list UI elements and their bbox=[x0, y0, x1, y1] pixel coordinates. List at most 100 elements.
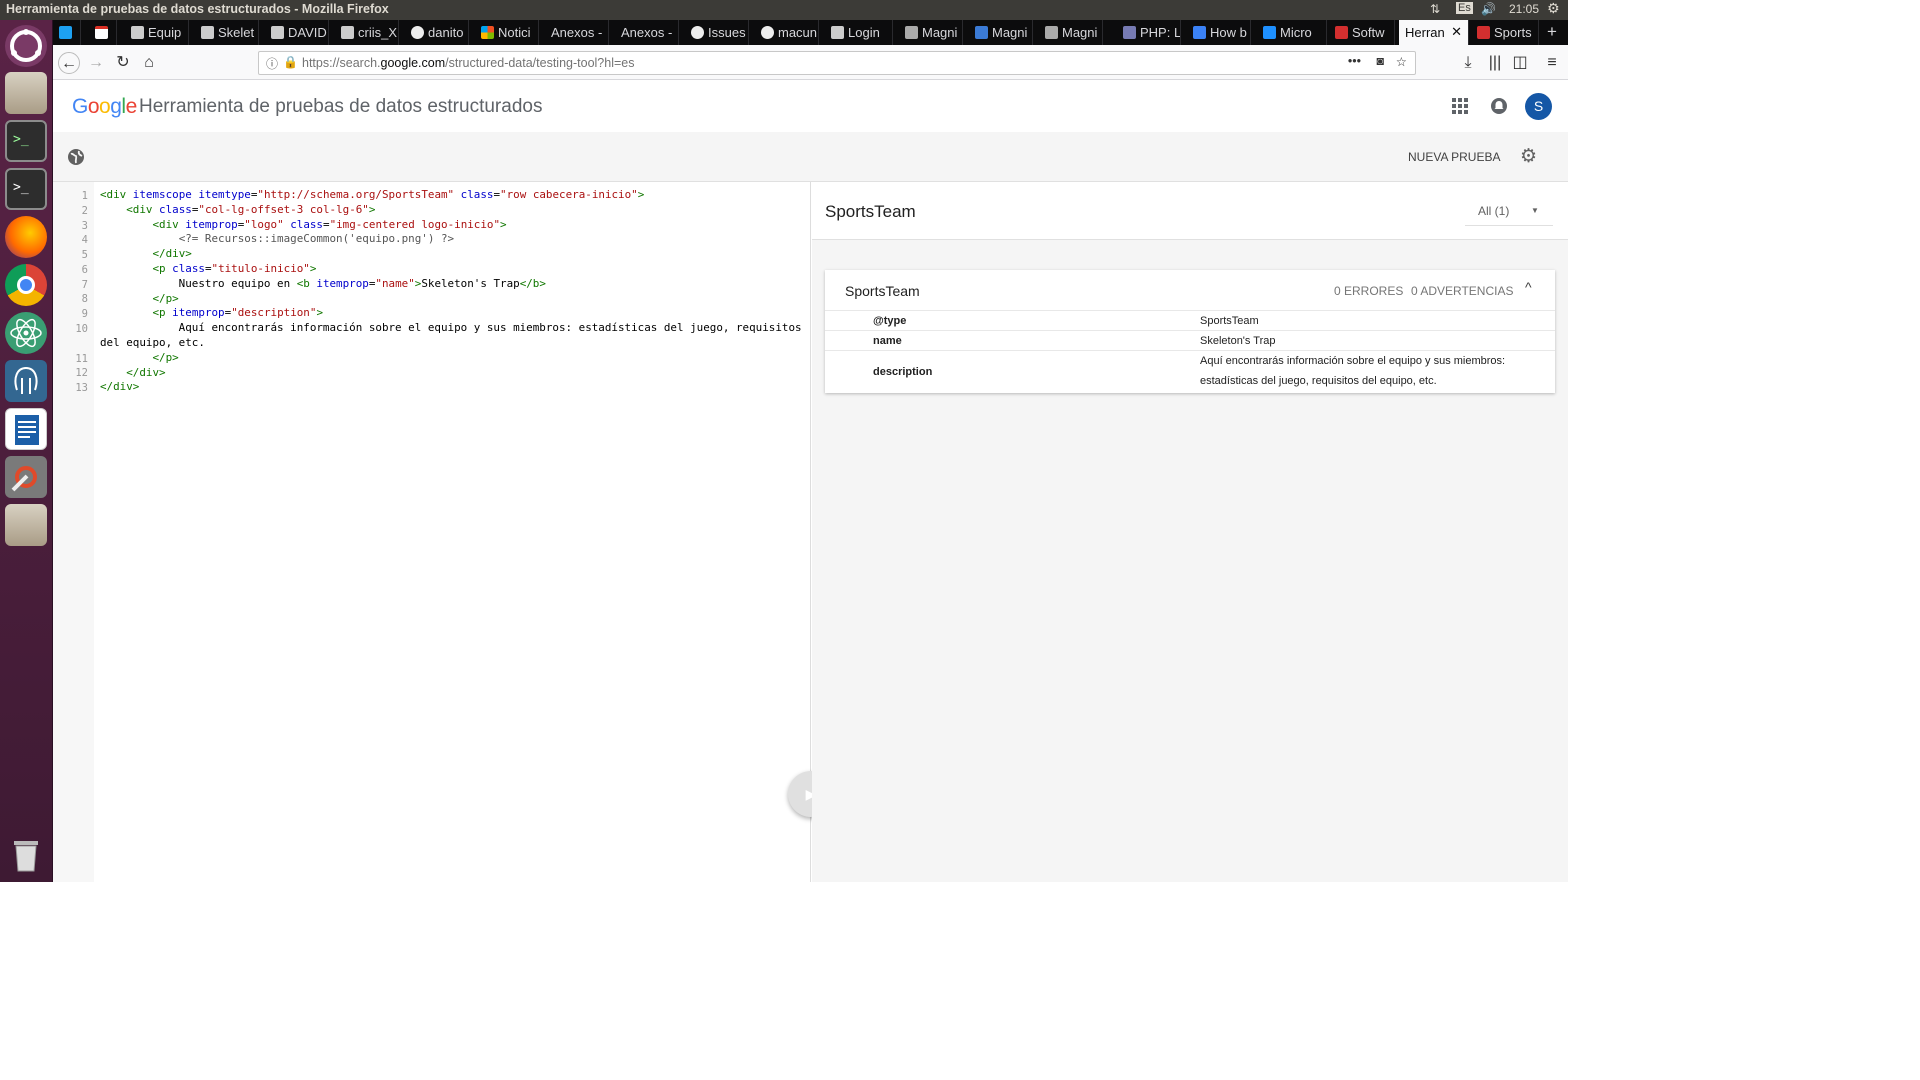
property-row: @type SportsTeam bbox=[825, 310, 1555, 330]
filter-dropdown[interactable]: All (1) ▼ bbox=[1465, 194, 1553, 226]
pocket-icon[interactable]: ◙ bbox=[1376, 54, 1384, 68]
new-tab-button[interactable]: + bbox=[1547, 22, 1557, 42]
tab-item[interactable]: Magni bbox=[1039, 20, 1103, 45]
page-title: Herramienta de pruebas de datos estructu… bbox=[139, 96, 543, 117]
property-value: Aquí encontrarás información sobre el eq… bbox=[1200, 355, 1506, 367]
tab-gmail[interactable] bbox=[89, 20, 117, 45]
tab-item[interactable]: Softw bbox=[1329, 20, 1395, 45]
url-bar[interactable]: ⓘ 🔒 https://search.google.com/structured… bbox=[258, 51, 1416, 75]
hamburger-menu-icon[interactable]: ≡ bbox=[1541, 52, 1563, 74]
chevron-down-icon: ▼ bbox=[1531, 206, 1539, 215]
settings-icon[interactable] bbox=[5, 456, 47, 498]
tab-item[interactable]: DAVID bbox=[265, 20, 329, 45]
tab-item[interactable]: Skelet bbox=[195, 20, 259, 45]
toolbar: NUEVA PRUEBA ⚙ bbox=[53, 132, 1568, 182]
close-tab-icon[interactable]: ✕ bbox=[1451, 24, 1462, 40]
line-number: 13 bbox=[75, 382, 88, 394]
home-button[interactable]: ⌂ bbox=[138, 52, 160, 74]
keyboard-indicator[interactable]: Es bbox=[1456, 2, 1473, 14]
system-gear-icon[interactable]: ⚙ bbox=[1547, 0, 1560, 17]
sidebar-icon[interactable]: ◫ bbox=[1509, 52, 1531, 74]
warnings-count: 0 ADVERTENCIAS bbox=[1411, 284, 1514, 298]
tab-item[interactable]: macun bbox=[755, 20, 819, 45]
library-icon[interactable]: ||| bbox=[1484, 52, 1506, 74]
line-number: 2 bbox=[81, 205, 88, 217]
files-icon[interactable] bbox=[5, 72, 47, 114]
apps-grid-icon[interactable] bbox=[1452, 98, 1468, 114]
trash-icon[interactable] bbox=[5, 833, 47, 875]
tab-item[interactable]: Magni bbox=[899, 20, 963, 45]
back-button[interactable]: ← bbox=[58, 52, 80, 74]
result-card[interactable]: SportsTeam 0 ERRORES 0 ADVERTENCIAS ^ @t… bbox=[825, 270, 1555, 393]
page-actions-icon[interactable]: ••• bbox=[1348, 54, 1361, 68]
tab-item[interactable]: Anexos - bbox=[615, 20, 679, 45]
tab-item[interactable]: danito bbox=[405, 20, 469, 45]
reload-button[interactable]: ↻ bbox=[112, 52, 134, 74]
info-icon[interactable]: ⓘ bbox=[266, 55, 278, 72]
globe-icon[interactable] bbox=[67, 148, 85, 166]
tab-item[interactable]: Anexos - bbox=[545, 20, 609, 45]
tab-item[interactable]: Notici bbox=[475, 20, 539, 45]
line-number: 4 bbox=[81, 234, 88, 246]
line-number: 5 bbox=[81, 249, 88, 261]
tab-twitter[interactable] bbox=[53, 20, 81, 45]
new-test-button[interactable]: NUEVA PRUEBA bbox=[1408, 150, 1500, 164]
tab-item[interactable]: How b bbox=[1187, 20, 1251, 45]
line-number: 9 bbox=[81, 308, 88, 320]
notifications-icon[interactable] bbox=[1491, 98, 1507, 114]
download-icon[interactable]: ⤓ bbox=[1457, 52, 1479, 74]
page-icon bbox=[201, 26, 214, 39]
tab-item[interactable]: Login bbox=[825, 20, 893, 45]
line-number-gutter: 1 2 3 4 5 6 7 8 9 10 11 12 13 bbox=[53, 182, 94, 882]
volume-icon[interactable]: 🔊 bbox=[1481, 2, 1496, 16]
tab-item[interactable]: Magni bbox=[969, 20, 1033, 45]
google-logo[interactable]: Google bbox=[72, 95, 137, 119]
tab-item[interactable]: PHP: L bbox=[1117, 20, 1181, 45]
ubuntu-dash-icon[interactable] bbox=[5, 25, 47, 67]
page-icon bbox=[341, 26, 354, 39]
firefox-icon[interactable] bbox=[5, 216, 47, 258]
tab-item[interactable]: Micro bbox=[1257, 20, 1327, 45]
page-icon bbox=[1263, 26, 1276, 39]
github-icon bbox=[411, 26, 424, 39]
window-title: Herramienta de pruebas de datos estructu… bbox=[6, 2, 389, 16]
line-number: 8 bbox=[81, 293, 88, 305]
clock[interactable]: 21:05 bbox=[1509, 2, 1539, 16]
line-number: 3 bbox=[81, 220, 88, 232]
tab-item[interactable]: Sports bbox=[1471, 20, 1539, 45]
bookmark-star-icon[interactable]: ☆ bbox=[1396, 54, 1407, 69]
code-content[interactable]: <div itemscope itemtype="http://schema.o… bbox=[100, 188, 802, 395]
card-title: SportsTeam bbox=[845, 283, 920, 299]
atom-icon[interactable] bbox=[5, 312, 47, 354]
results-panel: SportsTeam All (1) ▼ SportsTeam 0 ERRORE… bbox=[812, 182, 1568, 882]
tab-active[interactable]: Herran ✕ bbox=[1399, 20, 1469, 45]
line-number: 12 bbox=[75, 367, 88, 379]
tab-item[interactable]: criis_X bbox=[335, 20, 399, 45]
settings-gear-icon[interactable]: ⚙ bbox=[1520, 147, 1538, 166]
forward-button[interactable]: → bbox=[85, 52, 107, 74]
microsoft-icon bbox=[481, 26, 494, 39]
lock-icon: 🔒 bbox=[283, 55, 298, 69]
archive-icon[interactable] bbox=[5, 504, 47, 546]
writer-icon[interactable] bbox=[5, 408, 47, 450]
line-number: 6 bbox=[81, 264, 88, 276]
page-icon bbox=[271, 26, 284, 39]
avatar[interactable]: S bbox=[1525, 93, 1552, 120]
errors-count: 0 ERRORES bbox=[1334, 284, 1404, 298]
collapse-chevron-icon[interactable]: ^ bbox=[1525, 279, 1532, 295]
tab-item[interactable]: Issues bbox=[685, 20, 749, 45]
page-icon bbox=[131, 26, 144, 39]
line-number: 11 bbox=[75, 353, 88, 365]
pgadmin-icon[interactable] bbox=[5, 360, 47, 402]
tab-item[interactable]: Equip bbox=[125, 20, 189, 45]
property-name: name bbox=[873, 335, 902, 347]
browser-tab-strip: Equip Skelet DAVID criis_X danito Notici… bbox=[53, 20, 1568, 45]
terminal-icon[interactable]: >_ bbox=[5, 168, 47, 210]
network-icon[interactable]: ⇅ bbox=[1430, 2, 1440, 16]
page-icon bbox=[831, 26, 844, 39]
results-header: SportsTeam All (1) ▼ bbox=[812, 182, 1568, 240]
code-editor[interactable]: 1 2 3 4 5 6 7 8 9 10 11 12 13 <div items… bbox=[53, 182, 811, 882]
chrome-icon[interactable] bbox=[5, 264, 47, 306]
browser-nav-bar: ← → ↻ ⌂ ⓘ 🔒 https://search.google.com/st… bbox=[53, 45, 1568, 80]
terminal-icon[interactable]: >_ bbox=[5, 120, 47, 162]
